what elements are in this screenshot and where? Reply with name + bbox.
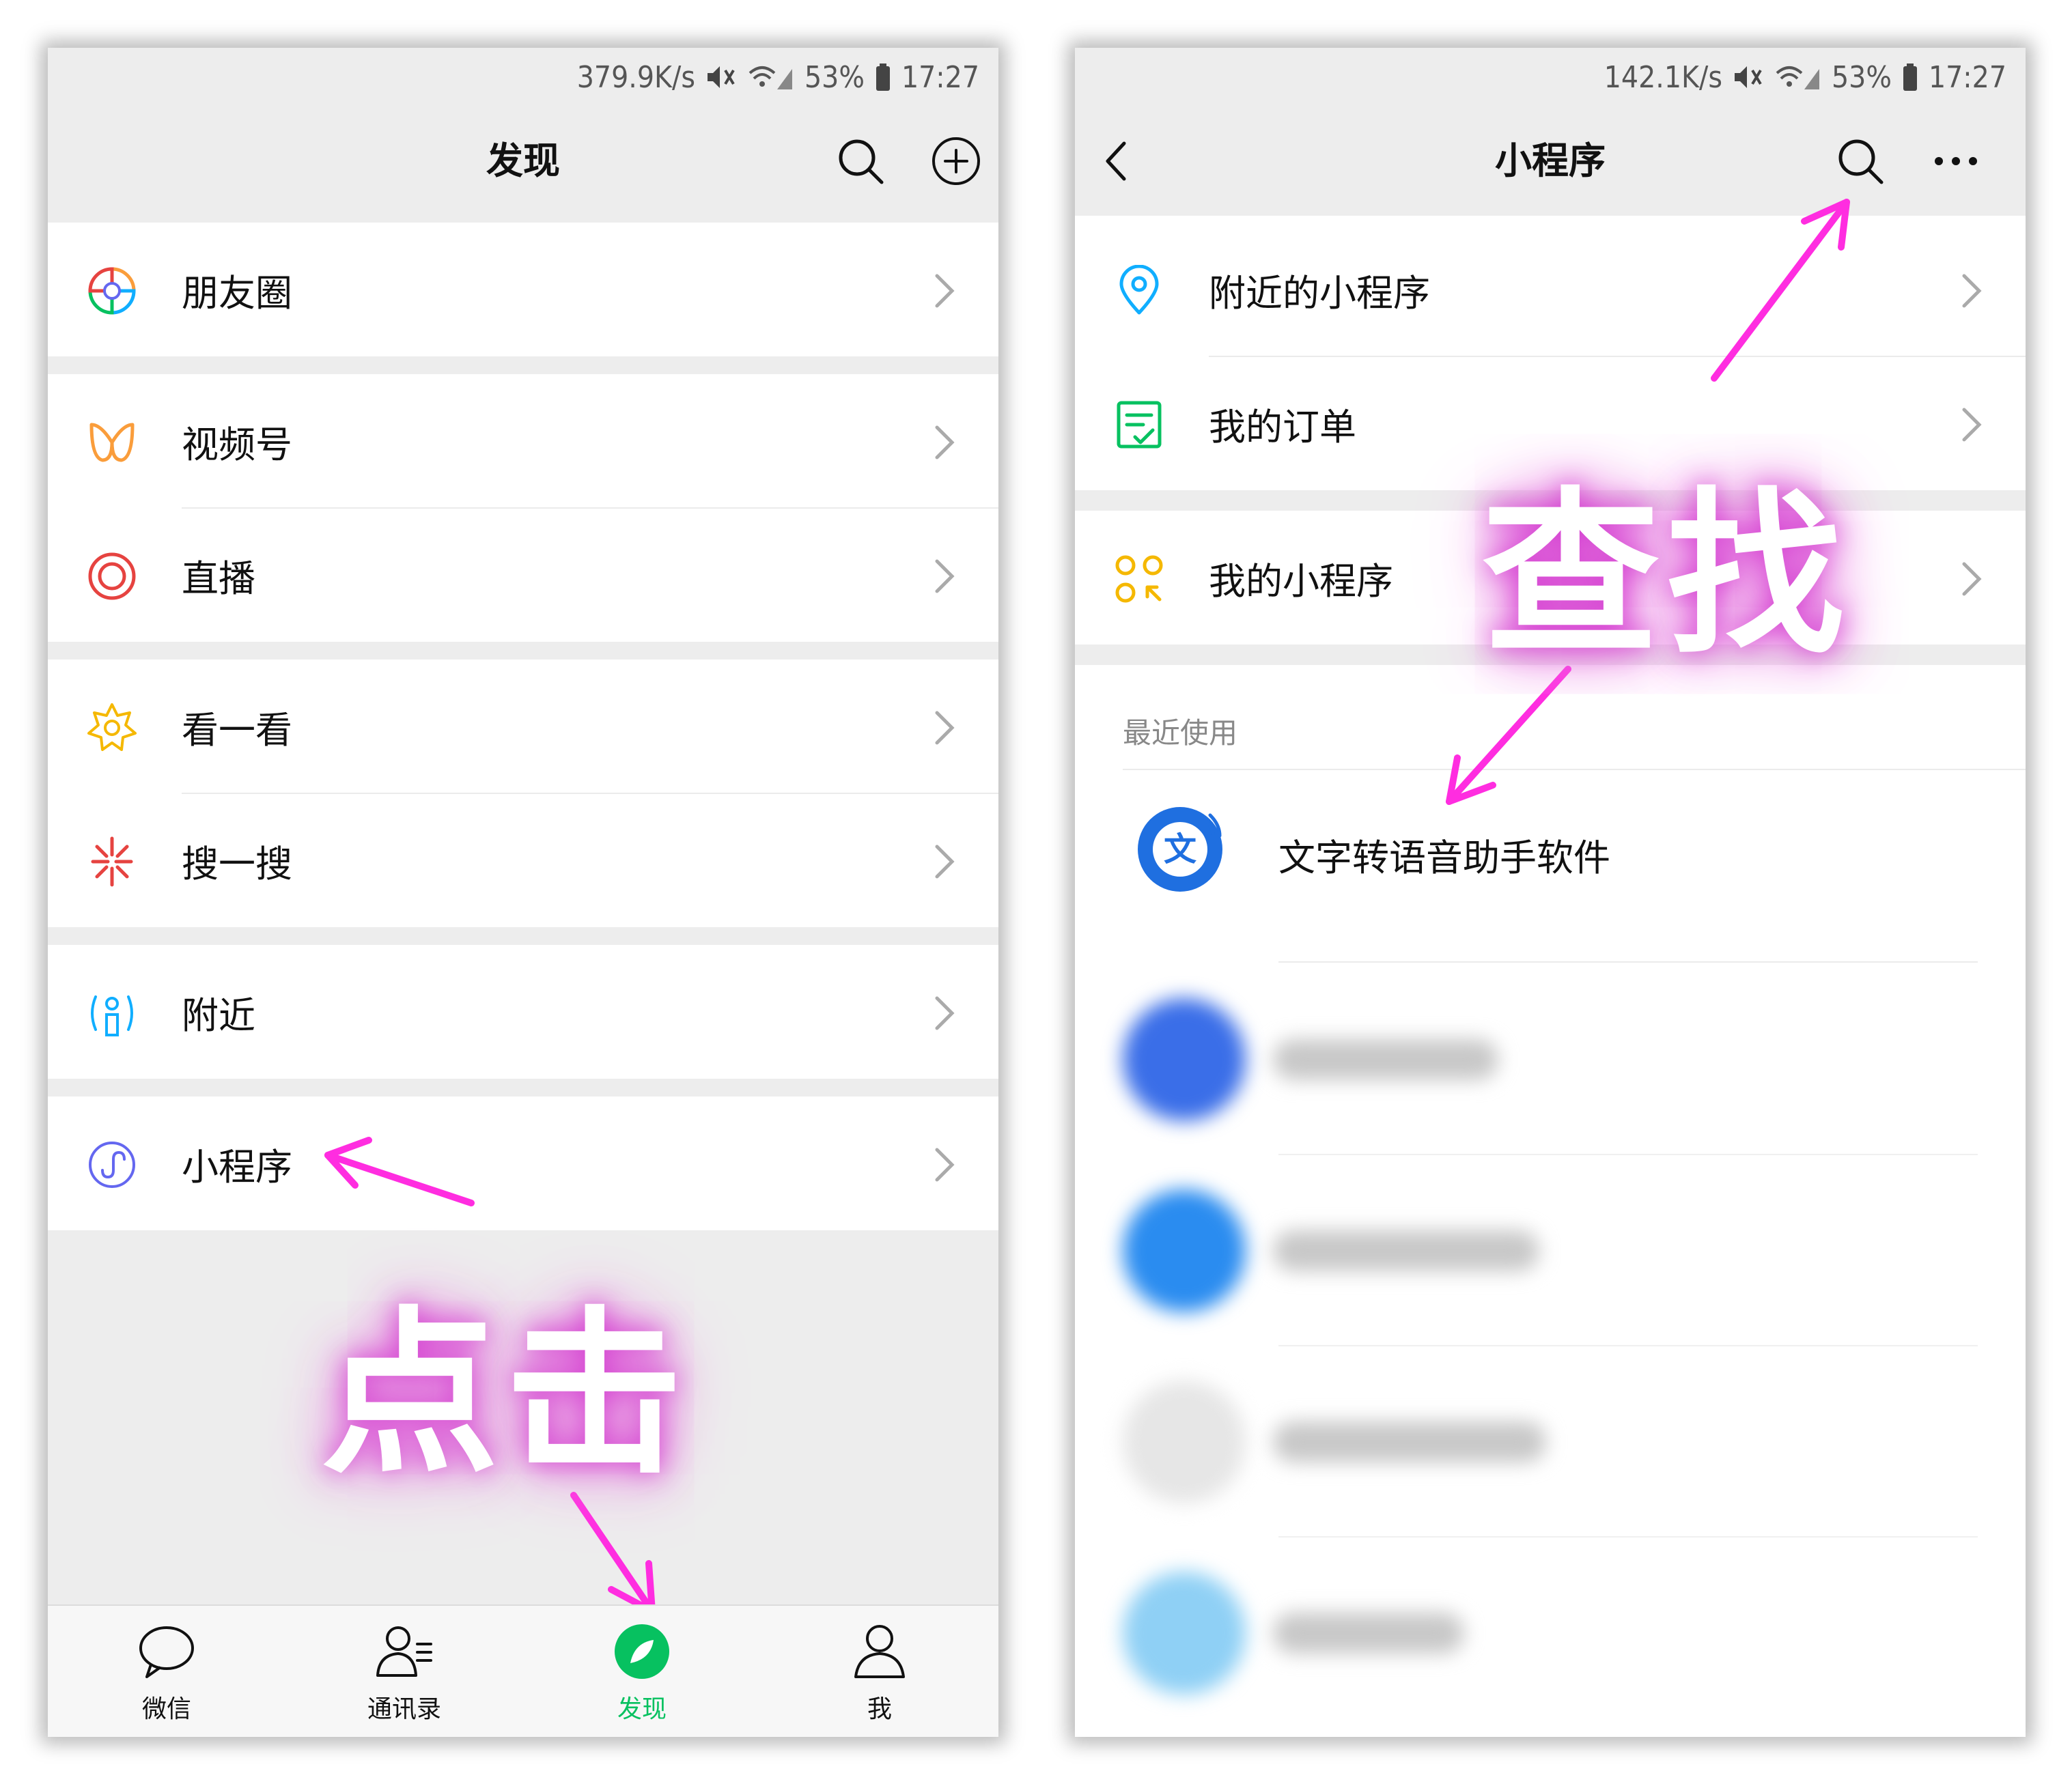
compass-icon — [611, 1621, 673, 1682]
person-icon — [849, 1621, 910, 1682]
tab-chats[interactable]: 微信 — [48, 1606, 285, 1737]
tab-discover[interactable]: 发现 — [523, 1606, 761, 1737]
tab-bar: 微信 通讯录 发现 我 — [48, 1604, 998, 1737]
arrow-to-discover-tab — [570, 1492, 656, 1615]
contacts-icon — [374, 1621, 435, 1682]
annotation-find-text: 查找 — [1482, 472, 1851, 679]
tab-label: 我 — [867, 1695, 892, 1723]
arrow-to-search — [1711, 199, 1850, 382]
discover-screen: 379.9K/s 53% 17:27 发现 朋友圈 视频号 直播 看一看 搜一搜… — [48, 48, 998, 1737]
arrow-to-mini-program — [324, 1137, 475, 1206]
arrow-to-recent-app — [1446, 666, 1571, 805]
chat-bubble-icon — [136, 1621, 197, 1682]
tab-label: 通讯录 — [367, 1695, 441, 1723]
annotation-click-text: 点击 — [321, 1292, 690, 1498]
annotation-arrows — [1446, 199, 1850, 805]
tab-label: 微信 — [141, 1695, 191, 1723]
mini-programs-screen: 142.1K/s 53% 17:27 小程序 附近的小程序 我的订单 我的小程序… — [1075, 48, 2026, 1737]
tab-me[interactable]: 我 — [761, 1606, 998, 1737]
tab-label: 发现 — [617, 1695, 667, 1723]
tab-contacts[interactable]: 通讯录 — [285, 1606, 523, 1737]
